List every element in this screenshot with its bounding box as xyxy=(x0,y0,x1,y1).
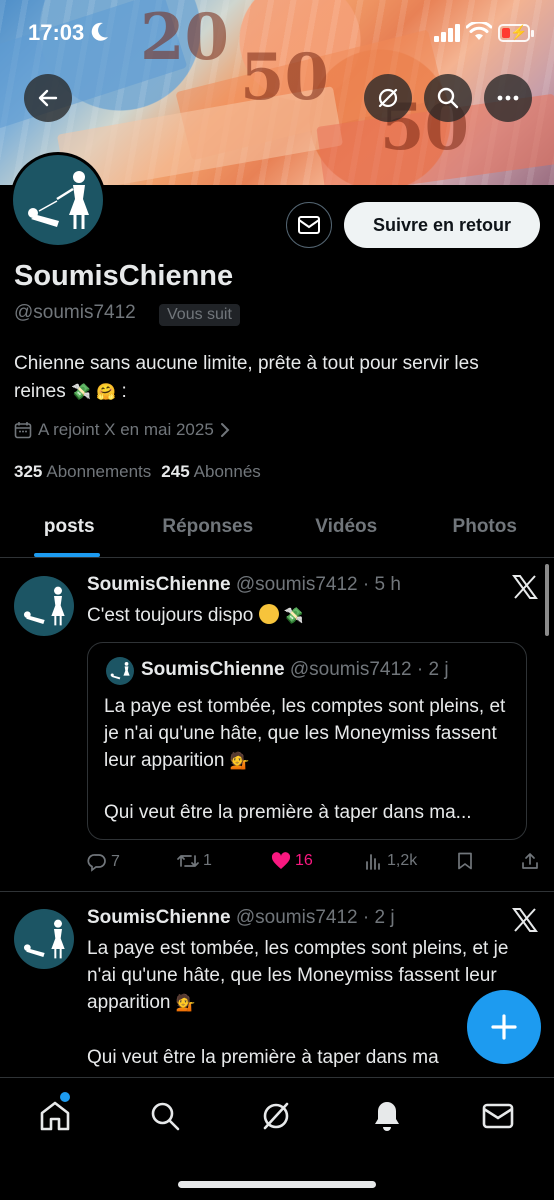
tab-videos[interactable]: Vidéos xyxy=(277,500,416,557)
quote-author: SoumisChienne xyxy=(141,659,285,680)
plus-icon xyxy=(491,1014,517,1040)
scrollbar[interactable] xyxy=(545,564,549,636)
compose-button[interactable] xyxy=(467,990,541,1064)
money-wings-icon: 💸 xyxy=(71,384,91,401)
notification-dot xyxy=(60,1092,70,1102)
profile-avatar[interactable] xyxy=(10,152,106,248)
moon-icon xyxy=(91,22,108,41)
tweet-meta: @soumis7412 · 5 h xyxy=(235,574,401,595)
chevron-right-icon xyxy=(220,423,230,437)
status-bar: 17:03 ⚡ xyxy=(0,0,554,66)
back-button[interactable] xyxy=(24,74,72,122)
following-link[interactable]: 325 Abonnements xyxy=(14,462,151,482)
tweet-meta: @soumis7412 · 2 j xyxy=(235,907,395,928)
repost-button[interactable]: 1 xyxy=(177,852,212,870)
follows-you-badge: Vous suit xyxy=(159,304,240,326)
home-indicator[interactable] xyxy=(178,1181,376,1188)
tweet-author[interactable]: SoumisChienne xyxy=(87,574,231,595)
heart-filled-icon xyxy=(271,852,291,869)
mail-icon xyxy=(298,216,320,234)
joined-label: A rejoint X en mai 2025 xyxy=(38,420,214,439)
tweet-avatar[interactable] xyxy=(14,576,74,636)
nav-search[interactable] xyxy=(145,1096,185,1136)
money-wings-icon: 💸 xyxy=(283,608,304,625)
person-tipping-hand-icon: 💁 xyxy=(175,995,196,1012)
bell-icon xyxy=(375,1102,399,1131)
more-icon xyxy=(497,95,519,101)
search-icon xyxy=(437,87,459,109)
message-button[interactable] xyxy=(286,202,332,248)
followers-link[interactable]: 245 Abonnés xyxy=(161,462,261,482)
mail-icon xyxy=(482,1103,514,1129)
status-time: 17:03 xyxy=(28,20,85,45)
bookmark-icon xyxy=(458,852,472,870)
quoted-tweet[interactable]: SoumisChienne @soumis7412 · 2 j La paye … xyxy=(87,642,527,840)
tweet-header: SoumisChienne @soumis7412 · 5 h xyxy=(87,574,401,596)
tweet-author[interactable]: SoumisChienne xyxy=(87,907,231,928)
repost-icon xyxy=(177,855,199,867)
tweet[interactable]: SoumisChienne @soumis7412 · 2 j La paye … xyxy=(0,893,554,1077)
arrow-left-icon xyxy=(38,89,58,107)
bio-line-1: Chienne sans aucune limite, prête à tout… xyxy=(14,353,479,374)
quote-meta: @soumis7412 · 2 j xyxy=(289,659,449,680)
profile-tabs: posts Réponses Vidéos Photos xyxy=(0,500,554,558)
hugging-face-icon: 🤗 xyxy=(96,384,117,401)
tweet-text: La paye est tombée, les comptes sont ple… xyxy=(87,935,537,1071)
follow-stats: 325 Abonnements 245 Abonnés xyxy=(14,462,261,482)
tweet-text-2: Qui veut être la première à taper dans m… xyxy=(87,1047,439,1068)
tab-photos[interactable]: Photos xyxy=(416,500,554,557)
nav-notifications[interactable] xyxy=(367,1096,407,1136)
profile-bio: Chienne sans aucune limite, prête à tout… xyxy=(14,350,544,407)
search-button[interactable] xyxy=(424,74,472,122)
avatar-image xyxy=(28,171,89,229)
tweet[interactable]: SoumisChienne @soumis7412 · 5 h C'est to… xyxy=(0,560,554,892)
bio-line-2-suffix: : xyxy=(121,381,127,402)
joined-date[interactable]: A rejoint X en mai 2025 xyxy=(14,420,230,440)
grok-icon xyxy=(378,88,398,108)
reply-button[interactable]: 7 xyxy=(87,852,120,872)
display-name: SoumisChienne xyxy=(14,260,234,292)
bio-line-2: reines xyxy=(14,381,66,402)
profile-handle: @soumis7412 xyxy=(14,302,136,323)
x-logo-icon xyxy=(512,908,538,932)
grok-icon xyxy=(263,1102,289,1130)
quote-header: SoumisChienne @soumis7412 · 2 j xyxy=(141,659,449,681)
views-button[interactable]: 1,2k xyxy=(365,852,417,870)
tweet-text: C'est toujours dispo 💸 xyxy=(87,602,527,630)
grok-button[interactable] xyxy=(364,74,412,122)
nav-home[interactable] xyxy=(35,1092,75,1136)
bookmark-button[interactable] xyxy=(457,852,473,870)
tab-posts[interactable]: posts xyxy=(0,500,139,557)
tweet-avatar[interactable] xyxy=(14,909,74,969)
signal-icon xyxy=(434,24,460,42)
home-icon xyxy=(40,1101,70,1131)
more-button[interactable] xyxy=(484,74,532,122)
quote-avatar xyxy=(106,657,134,685)
person-tipping-hand-icon: 💁 xyxy=(229,753,250,770)
upside-down-face-icon xyxy=(258,604,279,624)
share-icon xyxy=(522,853,538,869)
nav-messages[interactable] xyxy=(478,1096,518,1136)
tab-replies[interactable]: Réponses xyxy=(139,500,278,557)
tweet-header: SoumisChienne @soumis7412 · 2 j xyxy=(87,907,395,929)
reply-icon xyxy=(87,854,106,872)
wifi-icon xyxy=(466,22,492,40)
tweet-actions: 7 1 16 1,2k xyxy=(87,852,539,878)
quote-text-2: Qui veut être la première à taper dans m… xyxy=(104,802,472,823)
like-button[interactable]: 16 xyxy=(271,852,313,870)
views-icon xyxy=(366,854,380,870)
battery-icon: ⚡ xyxy=(498,24,534,42)
x-logo-icon xyxy=(512,575,538,599)
quote-text: La paye est tombée, les comptes sont ple… xyxy=(104,693,518,775)
calendar-icon xyxy=(14,422,32,439)
nav-grok[interactable] xyxy=(256,1096,296,1136)
follow-back-button[interactable]: Suivre en retour xyxy=(344,202,540,248)
search-icon xyxy=(151,1102,180,1131)
share-button[interactable] xyxy=(521,852,539,870)
